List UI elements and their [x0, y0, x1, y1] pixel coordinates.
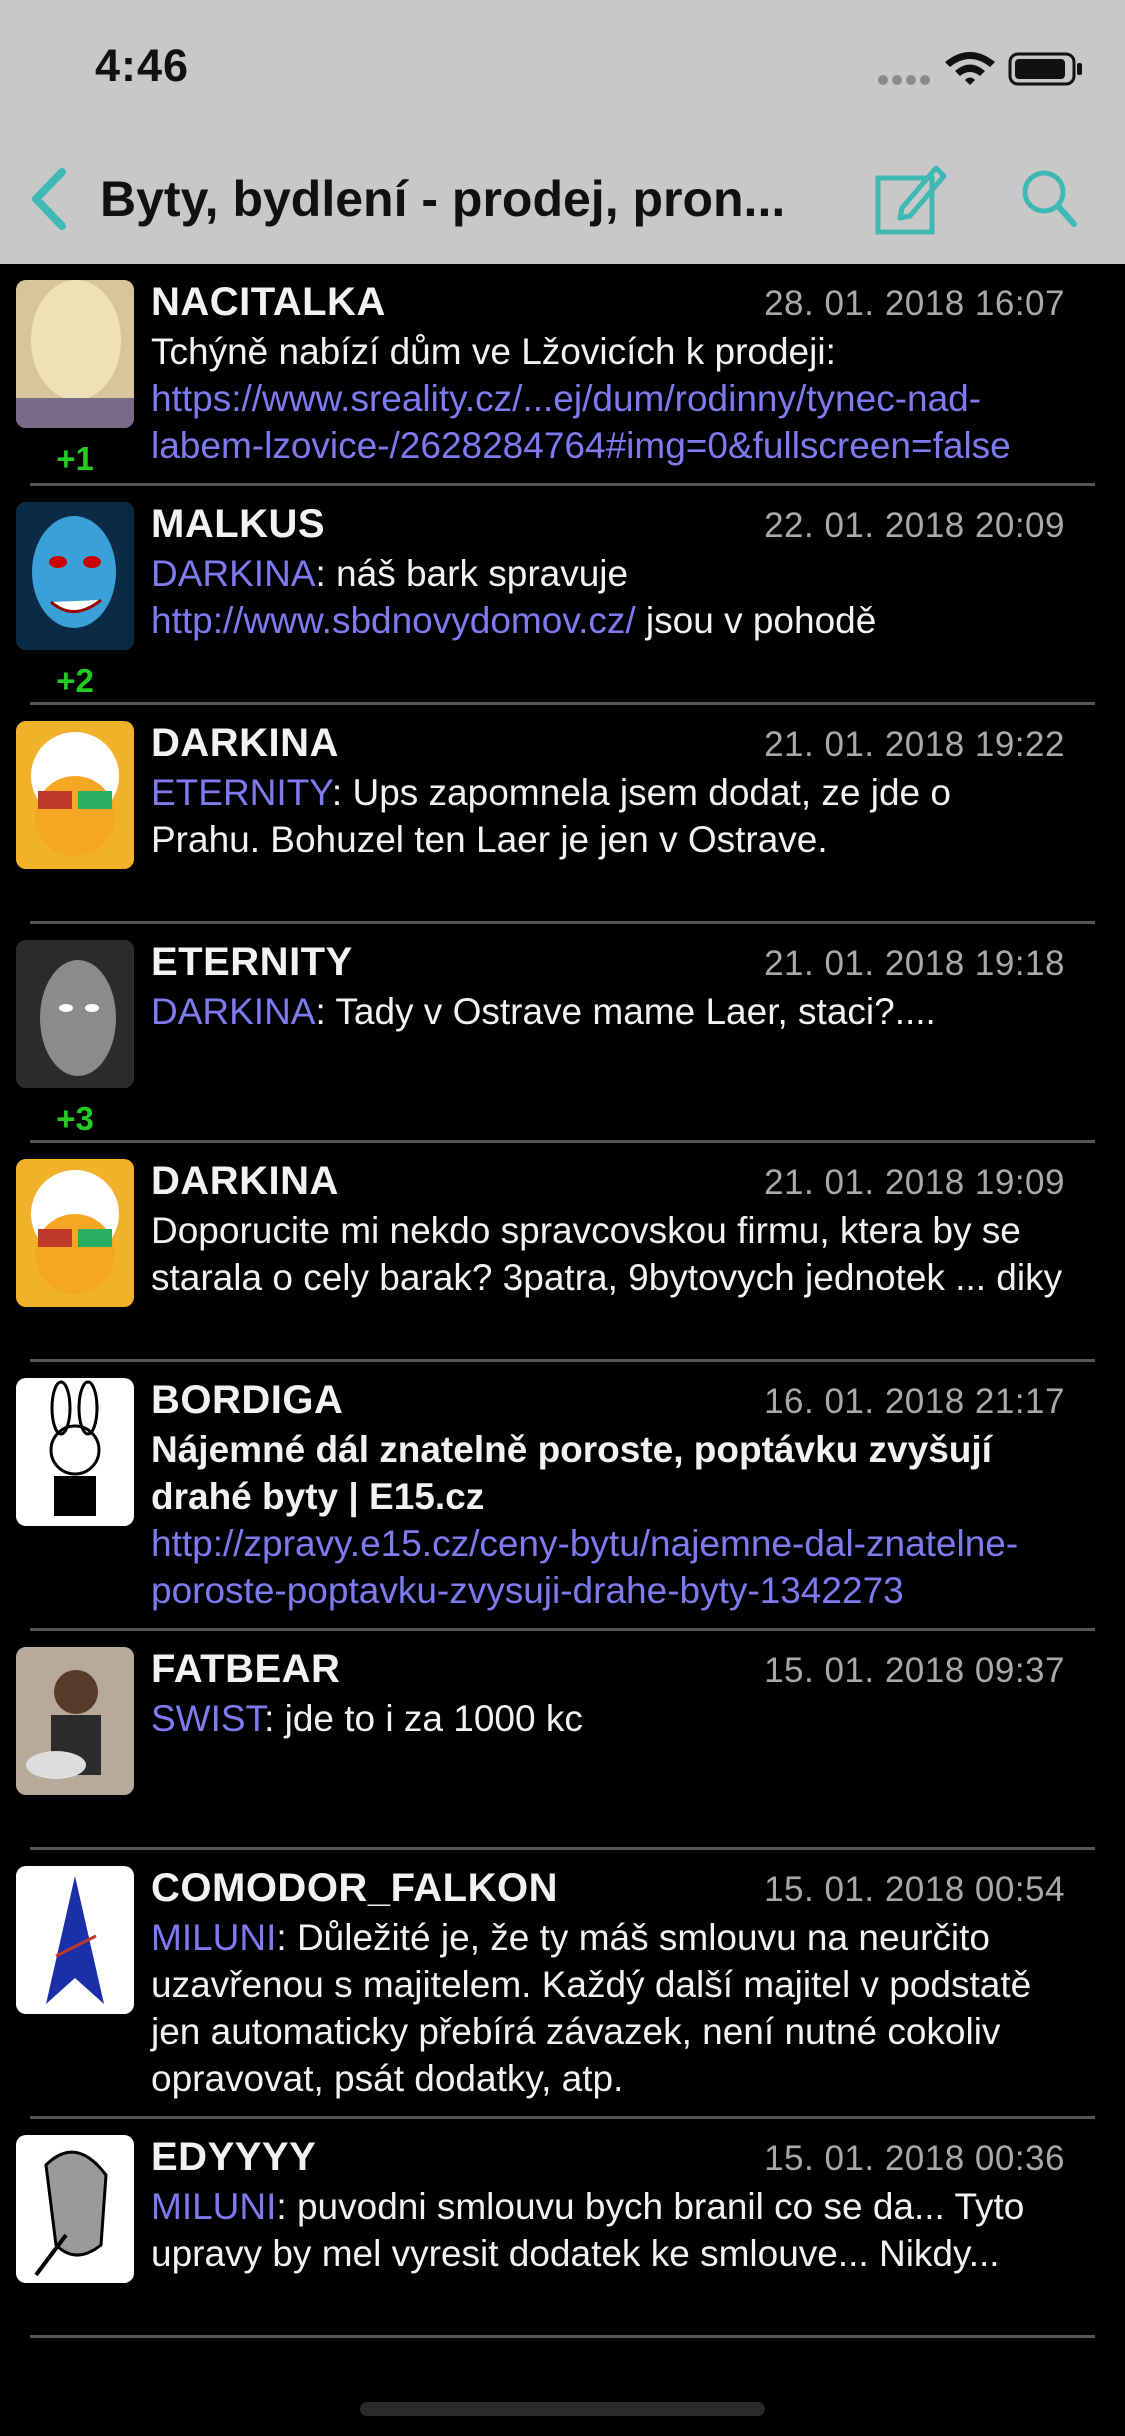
- signal-icon: [878, 75, 930, 85]
- post-item[interactable]: +3 ETERNITY 21. 01. 2018 19:18 DARKINA: …: [16, 924, 1095, 1143]
- post-item[interactable]: FATBEAR 15. 01. 2018 09:37 SWIST: jde to…: [16, 1631, 1095, 1850]
- post-author[interactable]: DARKINA: [151, 721, 339, 766]
- status-icons: [875, 48, 1085, 88]
- post-item[interactable]: +1 NACITALKA 28. 01. 2018 16:07 Tchýně n…: [16, 264, 1095, 486]
- post-item[interactable]: +2 MALKUS 22. 01. 2018 20:09 DARKINA: ná…: [16, 486, 1095, 705]
- status-bar: 4:46: [0, 0, 1125, 132]
- post-text: : Důležité je, že ty máš smlouvu na neur…: [151, 1917, 1032, 2099]
- post-text: : jde to i za 1000 kc: [264, 1698, 583, 1739]
- post-body: Tchýně nabízí dům ve Lžovicích k prodeji…: [151, 328, 1065, 469]
- post-date: 15. 01. 2018 00:36: [764, 2139, 1065, 2178]
- avatar[interactable]: [16, 1159, 134, 1307]
- post-date: 15. 01. 2018 00:54: [764, 1870, 1065, 1909]
- post-author[interactable]: DARKINA: [151, 1159, 339, 1204]
- avatar[interactable]: [16, 1866, 134, 2014]
- status-time: 4:46: [95, 40, 190, 91]
- rating-score: +1: [56, 440, 94, 477]
- post-date: 21. 01. 2018 19:09: [764, 1163, 1065, 1202]
- post-author[interactable]: ETERNITY: [151, 940, 353, 985]
- mention-link[interactable]: DARKINA: [151, 553, 315, 594]
- post-body: DARKINA: náš bark spravuje http://www.sb…: [151, 550, 1065, 644]
- post-date: 15. 01. 2018 09:37: [764, 1651, 1065, 1690]
- post-date: 21. 01. 2018 19:22: [764, 725, 1065, 764]
- post-text: Doporucite mi nekdo spravcovskou firmu, …: [151, 1210, 1063, 1298]
- chevron-left-icon: [32, 168, 66, 230]
- post-link[interactable]: http://zpravy.e15.cz/ceny-bytu/najemne-d…: [151, 1523, 1018, 1611]
- post-link[interactable]: https://www.sreality.cz/...ej/dum/rodinn…: [151, 378, 1011, 466]
- mention-link[interactable]: SWIST: [151, 1698, 264, 1739]
- post-item[interactable]: BORDIGA 16. 01. 2018 21:17 Nájemné dál z…: [16, 1362, 1095, 1631]
- battery-icon: [1008, 52, 1082, 86]
- post-body: MILUNI: Důležité je, že ty máš smlouvu n…: [151, 1914, 1065, 2102]
- wifi-icon: [945, 52, 995, 85]
- search-button[interactable]: [1020, 166, 1080, 230]
- post-body: ETERNITY: Ups zapomnela jsem dodat, ze j…: [151, 769, 1065, 863]
- compose-button[interactable]: [872, 162, 947, 237]
- mention-link[interactable]: MILUNI: [151, 2186, 276, 2227]
- home-indicator[interactable]: [360, 2402, 765, 2416]
- avatar[interactable]: [16, 2135, 134, 2283]
- navigation-bar: Byty, bydlení - prodej, pron...: [0, 132, 1125, 264]
- avatar[interactable]: [16, 1647, 134, 1795]
- avatar[interactable]: [16, 721, 134, 869]
- rating-score: +2: [56, 662, 94, 699]
- post-text: : Tady v Ostrave mame Laer, staci?....: [315, 991, 936, 1032]
- post-text: : náš bark spravuje: [315, 553, 629, 594]
- avatar[interactable]: [16, 280, 134, 428]
- rating-score: +3: [56, 1100, 94, 1137]
- post-author[interactable]: NACITALKA: [151, 280, 386, 325]
- post-text: Tchýně nabízí dům ve Lžovicích k prodeji…: [151, 331, 836, 372]
- avatar[interactable]: [16, 1378, 134, 1526]
- compose-icon: [875, 165, 947, 235]
- post-text: jsou v pohodě: [635, 600, 877, 641]
- post-author[interactable]: BORDIGA: [151, 1378, 343, 1423]
- post-author[interactable]: COMODOR_FALKON: [151, 1866, 558, 1911]
- post-date: 28. 01. 2018 16:07: [764, 284, 1065, 323]
- post-item[interactable]: EDYYYY 15. 01. 2018 00:36 MILUNI: puvodn…: [16, 2119, 1095, 2338]
- mention-link[interactable]: MILUNI: [151, 1917, 276, 1958]
- post-body: SWIST: jde to i za 1000 kc: [151, 1695, 1065, 1742]
- post-item[interactable]: COMODOR_FALKON 15. 01. 2018 00:54 MILUNI…: [16, 1850, 1095, 2119]
- page-title: Byty, bydlení - prodej, pron...: [100, 171, 786, 227]
- mention-link[interactable]: DARKINA: [151, 991, 315, 1032]
- post-date: 22. 01. 2018 20:09: [764, 506, 1065, 545]
- post-link[interactable]: http://www.sbdnovydomov.cz/: [151, 600, 636, 641]
- post-author[interactable]: EDYYYY: [151, 2135, 316, 2180]
- avatar[interactable]: [16, 502, 134, 650]
- post-item[interactable]: DARKINA 21. 01. 2018 19:09 Doporucite mi…: [16, 1143, 1095, 1362]
- post-title: Nájemné dál znatelně poroste, poptávku z…: [151, 1429, 992, 1517]
- post-body: MILUNI: puvodni smlouvu bych branil co s…: [151, 2183, 1065, 2277]
- post-author[interactable]: FATBEAR: [151, 1647, 340, 1692]
- post-date: 16. 01. 2018 21:17: [764, 1382, 1065, 1421]
- post-item[interactable]: DARKINA 21. 01. 2018 19:22 ETERNITY: Ups…: [16, 705, 1095, 924]
- post-body: Nájemné dál znatelně poroste, poptávku z…: [151, 1426, 1065, 1614]
- back-button[interactable]: [22, 164, 82, 234]
- post-text: : puvodni smlouvu bych branil co se da..…: [151, 2186, 1025, 2274]
- mention-link[interactable]: ETERNITY: [151, 772, 332, 813]
- avatar[interactable]: [16, 940, 134, 1088]
- post-author[interactable]: MALKUS: [151, 502, 325, 547]
- post-list[interactable]: +1 NACITALKA 28. 01. 2018 16:07 Tchýně n…: [0, 264, 1125, 2436]
- post-date: 21. 01. 2018 19:18: [764, 944, 1065, 983]
- post-body: DARKINA: Tady v Ostrave mame Laer, staci…: [151, 988, 1065, 1035]
- search-icon: [1022, 170, 1077, 227]
